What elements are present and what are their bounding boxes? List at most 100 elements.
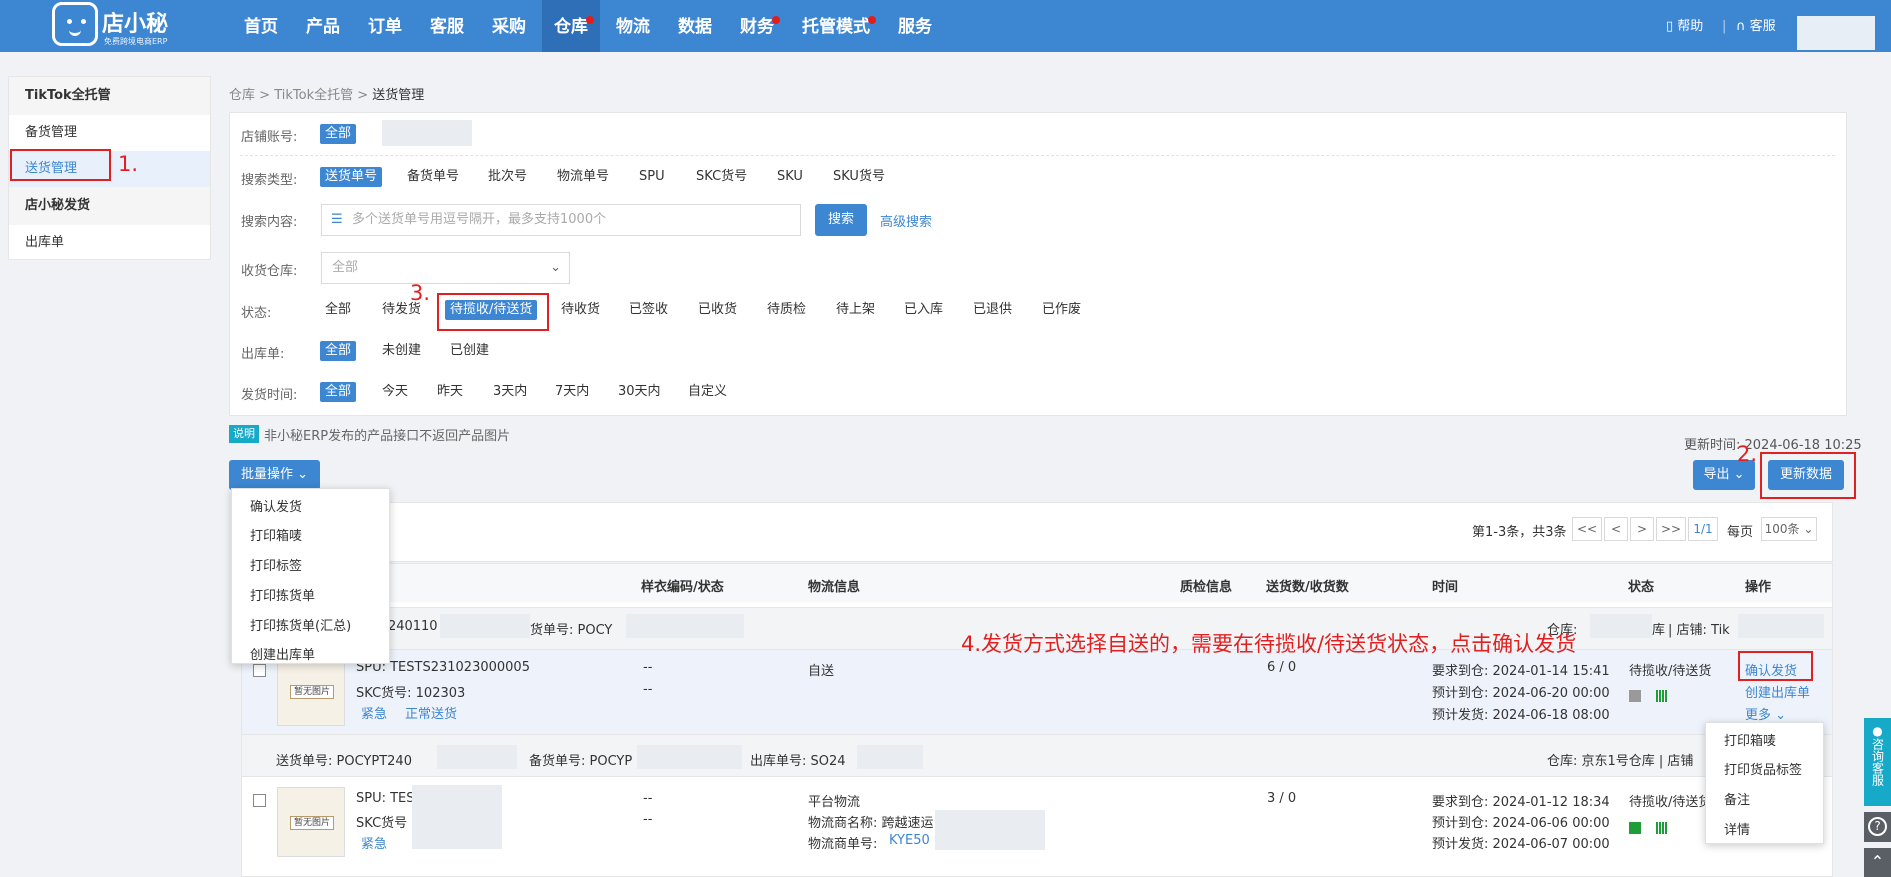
menu-confirm-ship[interactable]: 确认发货	[250, 496, 302, 515]
help-link[interactable]: ▯ 帮助	[1666, 0, 1703, 52]
nav-product[interactable]: 产品	[294, 0, 352, 52]
menu-print-label[interactable]: 打印标签	[250, 555, 302, 574]
nav-warehouse[interactable]: 仓库	[542, 0, 600, 52]
search-type-logistics-no[interactable]: 物流单号	[552, 167, 614, 187]
service-link[interactable]: ∩ 客服	[1736, 0, 1776, 52]
time-30days[interactable]: 30天内	[613, 382, 666, 402]
menu-create-outbound[interactable]: 创建出库单	[250, 644, 315, 663]
sidebar-item-outbound[interactable]: 出库单	[9, 225, 210, 261]
time-yesterday[interactable]: 昨天	[432, 382, 468, 402]
book-icon: ▯	[1666, 19, 1674, 34]
annotation-box	[10, 149, 111, 181]
warehouse-info: 仓库: 京东1号仓库 | 店铺	[1547, 754, 1694, 769]
list-icon: ☰	[331, 212, 343, 227]
nav-order[interactable]: 订单	[356, 0, 414, 52]
main-nav: 首页 产品 订单 客服 采购 仓库 物流 数据 财务 托管模式 服务	[232, 0, 948, 52]
nav-finance[interactable]: 财务	[728, 0, 786, 52]
search-input[interactable]: ☰ 多个送货单号用逗号隔开，最多支持1000个	[321, 204, 801, 236]
status-pending-qc[interactable]: 待质检	[762, 300, 811, 320]
pager-summary: 第1-3条，共3条	[1472, 525, 1567, 540]
status-received[interactable]: 已收货	[693, 300, 742, 320]
divider: |	[1722, 19, 1727, 34]
pager-prev[interactable]: <	[1604, 517, 1628, 541]
create-outbound-link[interactable]: 创建出库单	[1745, 682, 1810, 701]
barcode-icon[interactable]	[1656, 822, 1668, 834]
redacted	[935, 810, 1045, 850]
urgent-tag: 紧急	[361, 837, 388, 852]
more-print-box-label[interactable]: 打印箱唛	[1724, 730, 1776, 749]
nav-logistics[interactable]: 物流	[604, 0, 662, 52]
copy-icon[interactable]	[1629, 690, 1641, 702]
pager-next[interactable]: >	[1630, 517, 1654, 541]
time-custom[interactable]: 自定义	[683, 382, 732, 402]
batch-ops-button[interactable]: 批量操作 ⌄	[229, 460, 320, 490]
carrier-no[interactable]: KYE50	[889, 833, 930, 848]
status-pending-shelf[interactable]: 待上架	[831, 300, 880, 320]
crumb-warehouse[interactable]: 仓库	[229, 88, 255, 103]
user-avatar[interactable]	[1797, 16, 1875, 50]
update-time: 更新时间: 2024-06-18 10:25	[1684, 438, 1862, 453]
store-all[interactable]: 全部	[320, 124, 357, 144]
nav-data[interactable]: 数据	[666, 0, 724, 52]
qty: 6 / 0	[1267, 660, 1297, 675]
nav-service-desk[interactable]: 客服	[418, 0, 476, 52]
col-logistics: 物流信息	[808, 580, 861, 595]
back-to-top[interactable]: ⌃	[1864, 848, 1891, 877]
pager-per-select[interactable]: 100条 ⌄	[1761, 517, 1817, 541]
warehouse-info: 库	[1652, 623, 1666, 638]
logo[interactable]: 店小秘 免费跨境电商ERP	[52, 2, 210, 48]
menu-print-picklist[interactable]: 打印拣货单	[250, 585, 315, 604]
copy-icon[interactable]	[1629, 822, 1641, 834]
time-7days[interactable]: 7天内	[550, 382, 594, 402]
status-pending-receive[interactable]: 待收货	[556, 300, 605, 320]
search-type-sku[interactable]: SKU	[772, 167, 808, 187]
status-all[interactable]: 全部	[320, 300, 356, 320]
search-type-delivery-no[interactable]: 送货单号	[320, 167, 383, 187]
pager-last[interactable]: >>	[1656, 517, 1686, 541]
status-voided[interactable]: 已作废	[1037, 300, 1086, 320]
outbound-not-created[interactable]: 未创建	[377, 341, 426, 361]
advanced-search-link[interactable]: 高级搜索	[880, 211, 932, 230]
pager-page: 1/1	[1688, 517, 1718, 541]
crumb-tiktok[interactable]: TikTok全托管	[274, 88, 353, 103]
time-3days[interactable]: 3天内	[488, 382, 532, 402]
more-details[interactable]: 详情	[1724, 819, 1750, 838]
status-stocked[interactable]: 已入库	[899, 300, 948, 320]
search-type-sku-no[interactable]: SKU货号	[828, 167, 890, 187]
menu-print-box-label[interactable]: 打印箱唛	[250, 525, 302, 544]
nav-managed-mode[interactable]: 托管模式	[790, 0, 882, 52]
search-type-batch[interactable]: 批次号	[483, 167, 532, 187]
logo-subtitle: 免费跨境电商ERP	[104, 37, 168, 46]
time-today[interactable]: 今天	[377, 382, 413, 402]
more-link[interactable]: 更多 ⌄	[1745, 704, 1786, 723]
sample-status: --	[643, 682, 653, 697]
row-checkbox[interactable]	[253, 664, 266, 677]
more-print-goods-label[interactable]: 打印货品标签	[1724, 759, 1802, 778]
help-float[interactable]: ?	[1864, 812, 1891, 842]
time-all[interactable]: 全部	[320, 382, 357, 402]
search-type-skc[interactable]: SKC货号	[691, 167, 752, 187]
sidebar-item-stock[interactable]: 备货管理	[9, 115, 210, 151]
redacted	[857, 745, 923, 769]
nav-home[interactable]: 首页	[232, 0, 290, 52]
outbound-created[interactable]: 已创建	[445, 341, 494, 361]
customer-service-float[interactable]: ● 咨询客服	[1864, 718, 1891, 806]
search-type-stock-no[interactable]: 备货单号	[402, 167, 464, 187]
menu-print-picklist-summary[interactable]: 打印拣货单(汇总)	[250, 615, 351, 634]
search-button[interactable]: 搜索	[815, 204, 867, 236]
nav-services[interactable]: 服务	[886, 0, 944, 52]
warehouse-select[interactable]: 全部 ⌄	[321, 252, 570, 284]
barcode-icon[interactable]	[1656, 690, 1668, 702]
search-type-spu[interactable]: SPU	[634, 167, 670, 187]
more-menu: 打印箱唛 打印货品标签 备注 详情	[1705, 722, 1824, 844]
status-returned[interactable]: 已退供	[968, 300, 1017, 320]
status-label: 状态:	[241, 306, 272, 321]
row-checkbox[interactable]	[253, 794, 266, 807]
pager-first[interactable]: <<	[1572, 517, 1602, 541]
status-signed[interactable]: 已签收	[624, 300, 673, 320]
redacted	[1738, 614, 1824, 638]
nav-purchase[interactable]: 采购	[480, 0, 538, 52]
logistics-mode: 平台物流	[808, 795, 861, 810]
outbound-all[interactable]: 全部	[320, 341, 357, 361]
more-remark[interactable]: 备注	[1724, 789, 1750, 808]
